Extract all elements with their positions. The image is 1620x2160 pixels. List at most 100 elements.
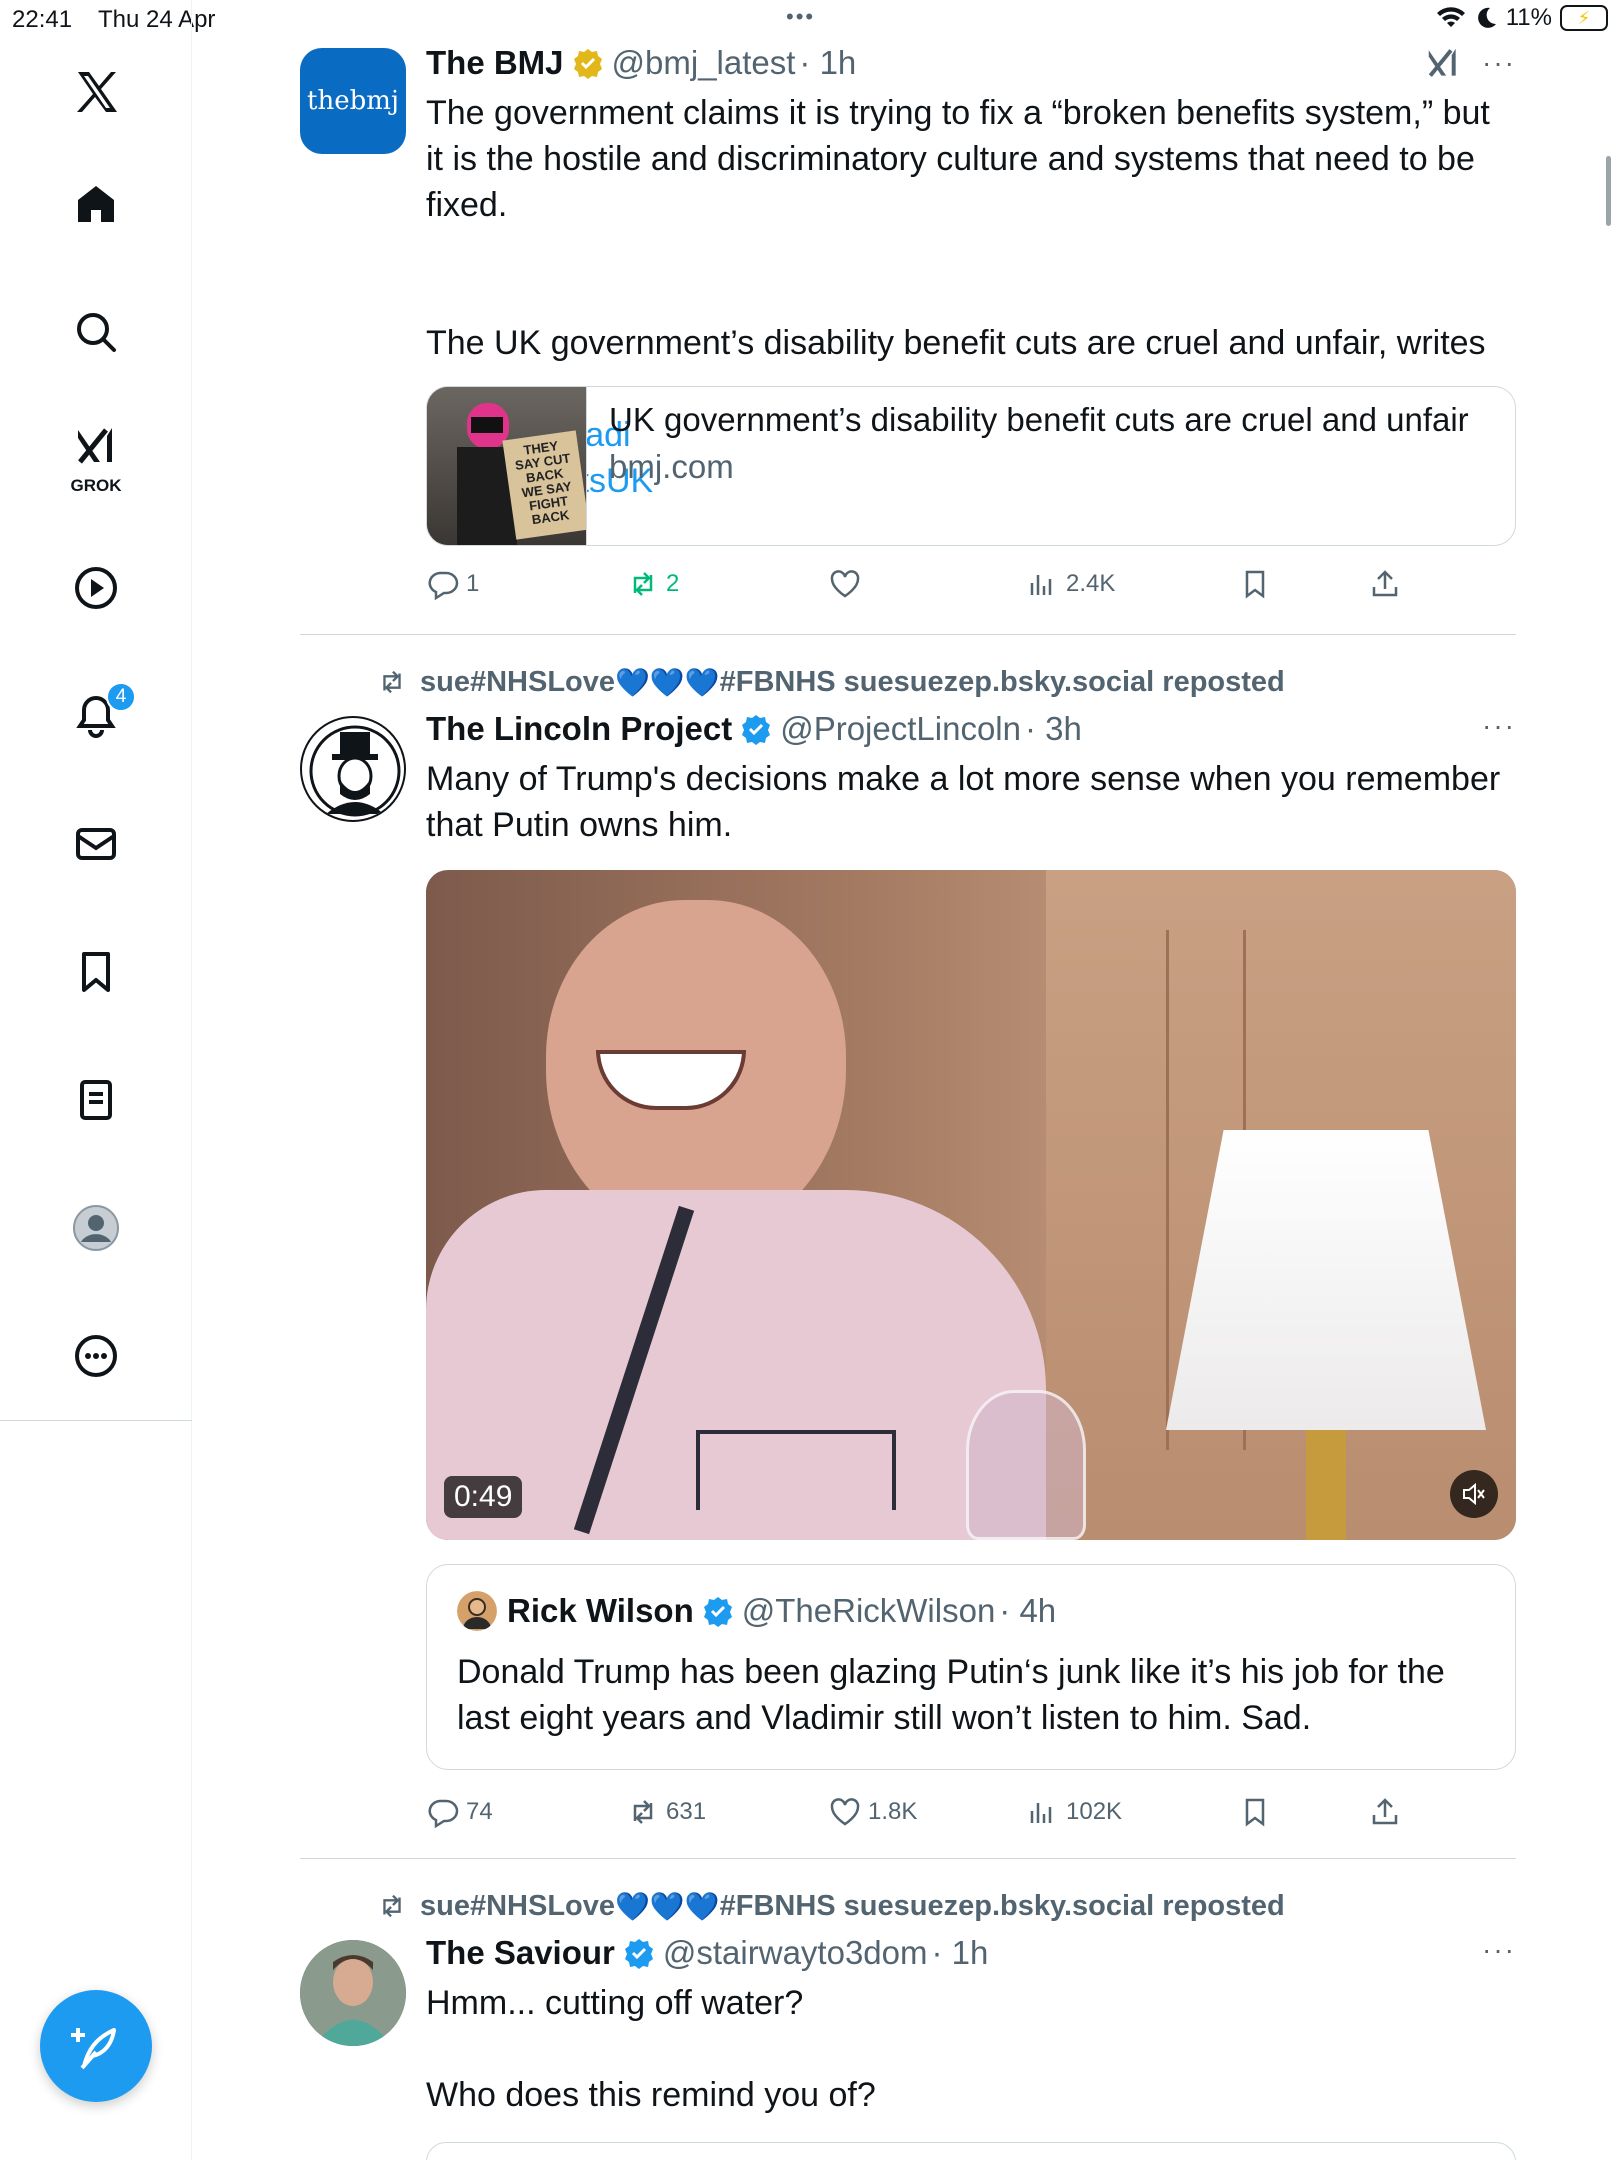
video-player[interactable]: 0:49 (426, 870, 1516, 1540)
link-card-info: UK government’s disability benefit cuts … (587, 387, 1491, 545)
reply-button[interactable]: 1 (426, 567, 479, 601)
quote-author-handle[interactable]: @TheRickWilson (742, 1592, 996, 1630)
blue-heart-icon: 💙💙💙 (615, 1890, 720, 1922)
moon-icon (1477, 7, 1496, 28)
wifi-icon (1436, 7, 1465, 27)
author-handle[interactable]: @stairwayto3dom (663, 1934, 928, 1972)
quoted-tweet[interactable]: Rick Wilson @TheRickWilson · 4h Donald T… (426, 1564, 1516, 1770)
tweet-text: Many of Trump's decisions make a lot mor… (426, 760, 1501, 844)
quote-header: Rick Wilson @TheRickWilson · 4h (457, 1591, 1056, 1631)
list-document-icon (80, 1080, 112, 1120)
more-options-icon[interactable]: ··· (1482, 47, 1516, 79)
share-icon (1372, 570, 1398, 597)
share-button[interactable] (1368, 567, 1402, 601)
tweet-actions: 1 2 2.4K (426, 564, 1516, 604)
reply-button[interactable]: 74 (426, 1795, 493, 1829)
nav-video-icon[interactable] (48, 540, 144, 636)
grok-label: GROK (70, 476, 122, 495)
nav-search-icon[interactable] (48, 284, 144, 380)
more-options-icon[interactable]: ··· (1482, 1934, 1516, 1966)
author-handle[interactable]: @bmj_latest (612, 44, 796, 82)
mute-button[interactable] (1450, 1470, 1498, 1518)
grok-icon (78, 428, 112, 464)
more-options-icon[interactable]: ··· (1482, 710, 1516, 742)
status-bar: 22:41 Thu 24 Apr ••• 11% ⚡ (0, 0, 1620, 40)
views-chart-icon (1030, 1803, 1052, 1823)
quote-author-name[interactable]: Rick Wilson (507, 1592, 694, 1630)
avatar[interactable]: thebmj (300, 48, 406, 154)
repost-count: 631 (666, 1798, 707, 1825)
bookmark-button[interactable] (1238, 567, 1272, 601)
reposter-name: sue#NHSLove (420, 665, 616, 698)
tweet-body: The Lincoln Project @ProjectLincoln · 3h… (426, 708, 1516, 1829)
tweet-text-line: The UK government’s disability benefit c… (426, 324, 1486, 362)
views-button[interactable]: 102K (1026, 1795, 1122, 1829)
author-name[interactable]: The Lincoln Project (426, 710, 732, 748)
avatar[interactable] (300, 1940, 406, 2046)
author-line: The BMJ @bmj_latest · 1h (426, 42, 1516, 84)
nav-messages-icon[interactable] (48, 796, 144, 892)
bookmark-button[interactable] (1238, 1795, 1272, 1829)
x-logo-icon[interactable] (48, 44, 144, 140)
compose-post-button[interactable] (40, 1990, 152, 2102)
nav-grok-icon[interactable]: GROK (48, 408, 144, 504)
author-name[interactable]: The BMJ (426, 44, 564, 82)
repost-icon (633, 572, 653, 596)
views-chart-icon (1030, 575, 1052, 595)
quote-avatar[interactable] (457, 1591, 497, 1631)
left-navigation: GROK 4 (0, 0, 192, 2160)
bmj-logo: thebmj (307, 86, 399, 116)
search-icon (77, 313, 116, 352)
repost-button[interactable]: 631 (626, 1795, 706, 1829)
quote-post-time: · 4h (999, 1592, 1057, 1629)
author-name[interactable]: The Saviour (426, 1934, 615, 1972)
envelope-icon (76, 828, 116, 860)
post-time[interactable]: · 1h (799, 44, 856, 82)
nav-notifications-icon[interactable]: 4 (48, 668, 144, 764)
nav-lists-icon[interactable] (48, 1052, 144, 1148)
post-time[interactable]: · 3h (1025, 710, 1082, 748)
reposted-by-line[interactable]: sue#NHSLove 💙💙💙 #FBNHS suesuezep.bsky.so… (376, 1886, 1285, 1926)
status-indicators: 11% ⚡ (1436, 4, 1608, 32)
rick-wilson-avatar-icon (457, 1591, 497, 1631)
tweet-actions: 74 631 1.8K 102K (426, 1792, 1516, 1832)
author-line: The Lincoln Project @ProjectLincoln · 3h (426, 708, 1516, 750)
tweet-body: The BMJ @bmj_latest · 1h ··· The governm… (426, 42, 1516, 601)
multitasking-dots-icon[interactable]: ••• (786, 4, 815, 30)
link-card-title: UK government’s disability benefit cuts … (609, 401, 1469, 438)
author-line: The Saviour @stairwayto3dom · 1h (426, 1932, 1516, 1974)
reposted-tail: #FBNHS suesuezep.bsky.social reposted (719, 665, 1285, 698)
nav-profile-icon[interactable] (48, 1180, 144, 1276)
tweet-text: The government claims it is trying to fi… (426, 94, 1490, 224)
nav-divider (0, 1420, 192, 1421)
battery-percent: 11% (1505, 4, 1552, 31)
grok-explain-icon[interactable] (1424, 44, 1462, 82)
reply-count: 74 (466, 1798, 493, 1825)
repost-icon (633, 1800, 653, 1824)
like-button[interactable] (828, 567, 868, 601)
link-card[interactable]: THEY SAY CUT BACK WE SAY FIGHT BACK UK g… (426, 386, 1516, 546)
avatar[interactable] (300, 716, 406, 822)
reposted-by-line[interactable]: sue#NHSLove 💙💙💙 #FBNHS suesuezep.bsky.so… (376, 662, 1285, 702)
nav-more-icon[interactable] (48, 1308, 144, 1404)
post-menu: ··· (1424, 44, 1516, 82)
verified-blue-icon (742, 715, 771, 745)
nav-bookmarks-icon[interactable] (48, 924, 144, 1020)
repost-small-icon (383, 670, 401, 694)
like-button[interactable]: 1.8K (828, 1795, 917, 1829)
reply-count: 1 (466, 570, 480, 597)
quote-text: Donald Trump has been glazing Putin‘s ju… (457, 1653, 1445, 1737)
views-button[interactable]: 2.4K (1026, 567, 1115, 601)
scroll-indicator[interactable] (1606, 156, 1611, 226)
author-handle[interactable]: @ProjectLincoln (780, 710, 1021, 748)
profile-avatar-icon (73, 1205, 119, 1251)
share-button[interactable] (1368, 1795, 1402, 1829)
repost-count: 2 (666, 570, 680, 597)
bookmark-icon (82, 952, 110, 992)
post-time[interactable]: · 1h (932, 1934, 989, 1972)
x-logo-svg (77, 72, 117, 112)
repost-button[interactable]: 2 (626, 567, 679, 601)
nav-home-icon[interactable] (48, 156, 144, 252)
feather-plus-icon (71, 2028, 116, 2070)
next-media-card[interactable] (426, 2142, 1516, 2160)
